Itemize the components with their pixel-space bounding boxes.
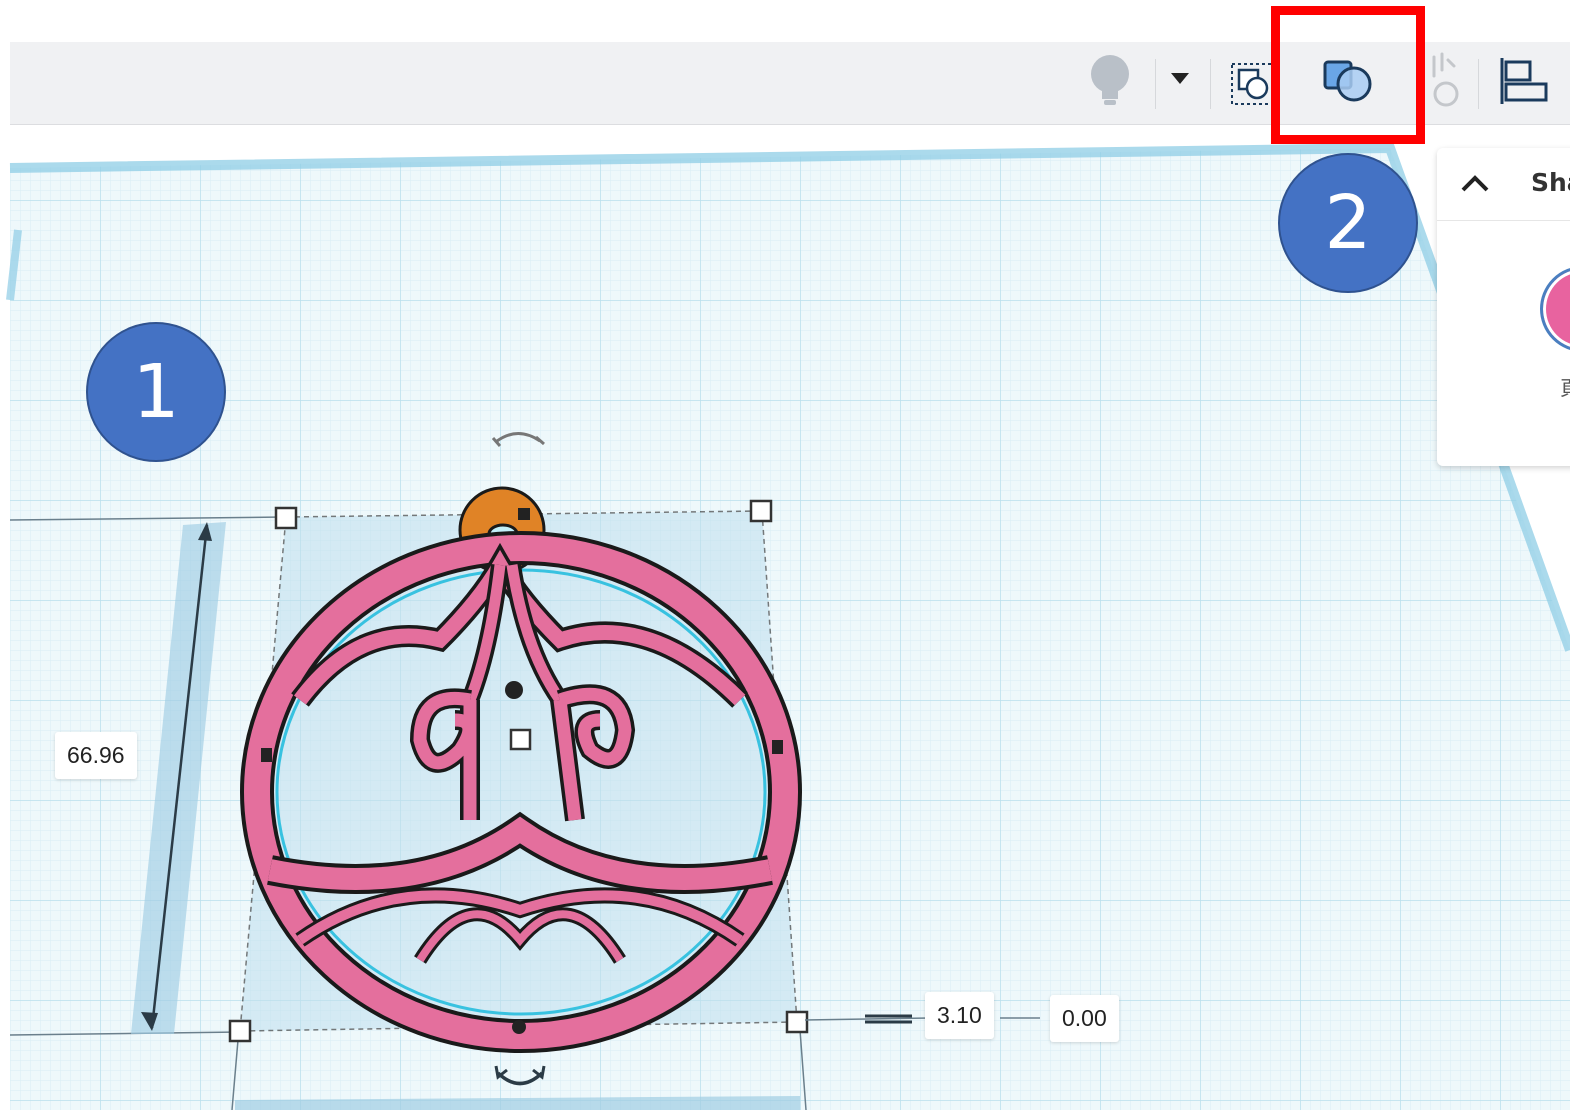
align-icon — [1500, 58, 1548, 104]
elevation-dimension-label[interactable]: 3.10 — [925, 992, 994, 1039]
group-button[interactable] — [1222, 42, 1278, 124]
panel-header[interactable]: Sha — [1437, 148, 1570, 221]
toolbar-divider — [1210, 59, 1211, 109]
offset-dimension-label[interactable]: 0.00 — [1050, 995, 1119, 1042]
toolbar-divider — [1155, 59, 1156, 109]
group-icon — [1231, 63, 1273, 105]
shape-inspector-panel: Sha — [1437, 148, 1570, 466]
chevron-up-icon[interactable] — [1455, 164, 1495, 204]
height-dimension-label[interactable]: 66.96 — [55, 732, 137, 779]
lightbulb-icon — [1091, 55, 1129, 105]
color-swatch[interactable] — [1540, 266, 1570, 352]
panel-title: Sha — [1531, 168, 1570, 197]
align-button[interactable] — [1488, 42, 1560, 124]
bulb-button[interactable] — [1077, 42, 1143, 124]
swatch-label: 頁 — [1560, 372, 1570, 401]
bulb-dropdown-button[interactable] — [1162, 42, 1198, 124]
highlight-box — [1271, 6, 1425, 144]
toolbar-divider — [1478, 59, 1479, 109]
dropdown-caret-icon — [1171, 73, 1189, 84]
step-2-badge: 2 — [1278, 153, 1418, 293]
step-1-badge: 1 — [86, 322, 226, 462]
